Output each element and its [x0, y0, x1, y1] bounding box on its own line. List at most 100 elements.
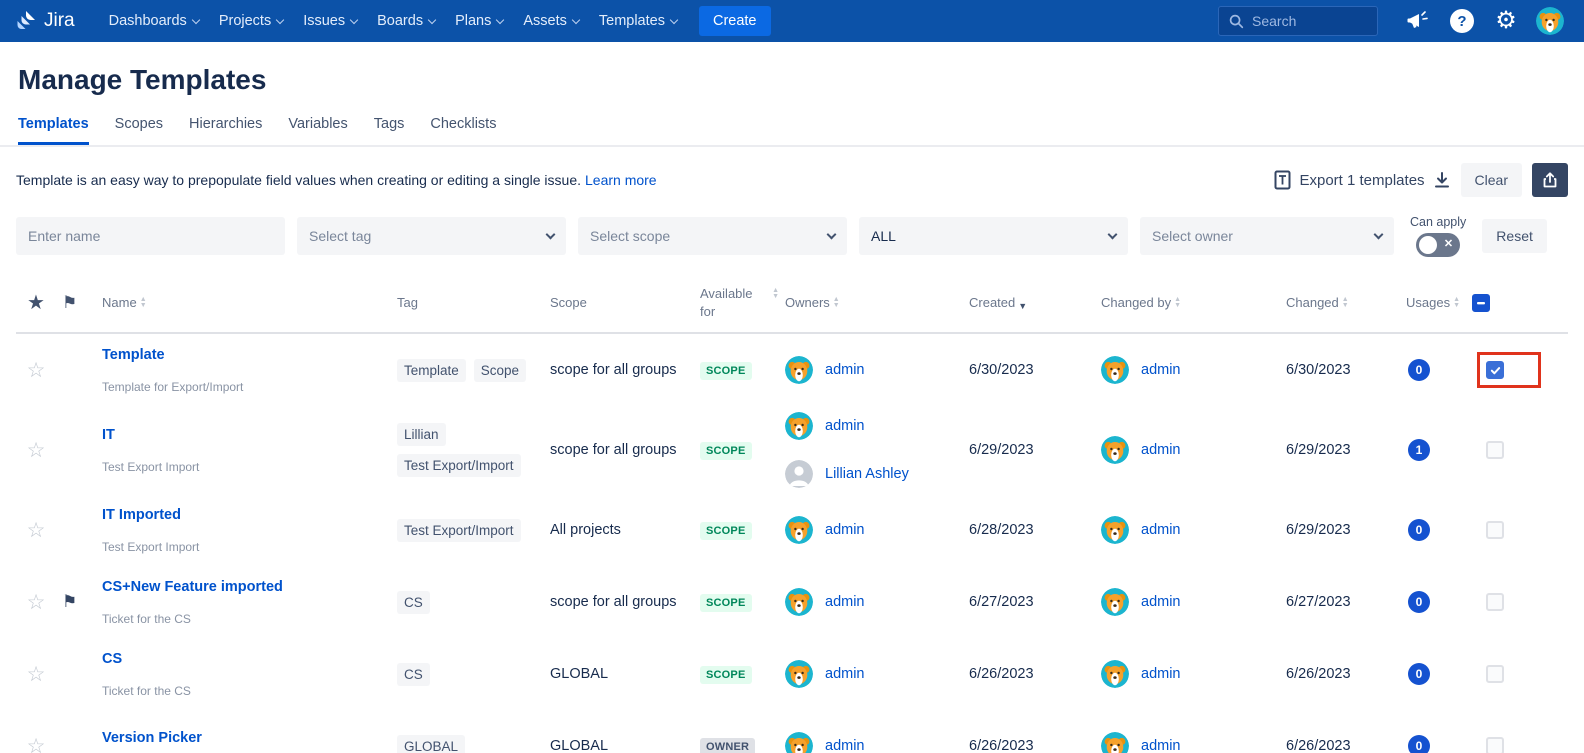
- tag-chip: CS: [397, 591, 430, 614]
- jira-brand[interactable]: Jira: [14, 9, 75, 33]
- tab-templates[interactable]: Templates: [18, 116, 89, 145]
- learn-more-link[interactable]: Learn more: [585, 172, 657, 188]
- filter-name-field[interactable]: [16, 217, 285, 255]
- nav-menu-projects[interactable]: Projects: [209, 7, 293, 35]
- owner-link[interactable]: Lillian Ashley: [825, 466, 909, 482]
- sort-icon: ▲▼: [833, 297, 840, 309]
- row-checkbox[interactable]: [1486, 665, 1504, 683]
- owner-link[interactable]: admin: [825, 522, 865, 538]
- owner-link[interactable]: admin: [825, 666, 865, 682]
- col-header-created[interactable]: Created ▲▼: [957, 294, 1089, 312]
- star-icon[interactable]: ☆: [16, 358, 56, 383]
- col-header-name[interactable]: Name ▲▼: [102, 294, 397, 312]
- row-checkbox[interactable]: [1486, 737, 1504, 753]
- changed-by-link[interactable]: admin: [1141, 738, 1181, 753]
- usages-badge: 0: [1408, 735, 1430, 753]
- nav-menu-issues[interactable]: Issues: [293, 7, 367, 35]
- tag-chip: Template: [397, 359, 466, 382]
- page-description: Template is an easy way to prepopulate f…: [16, 172, 581, 188]
- table-row: ☆ ⚑ CS+New Feature imported Ticket for t…: [16, 566, 1568, 638]
- row-checkbox[interactable]: [1486, 593, 1504, 611]
- row-checkbox-wrap: [1486, 441, 1541, 459]
- navbar-search[interactable]: [1218, 6, 1378, 36]
- profile-button[interactable]: [1534, 5, 1566, 37]
- col-header-available-for[interactable]: Available for ▲▼: [700, 285, 785, 320]
- star-icon[interactable]: ☆: [16, 438, 56, 463]
- available-for-badge: SCOPE: [700, 666, 752, 684]
- can-apply-toggle[interactable]: ✕: [1416, 233, 1460, 257]
- table-row: ☆ ⚑ CS Ticket for the CS CS GLOBAL SCOPE…: [16, 638, 1568, 710]
- tab-variables[interactable]: Variables: [288, 116, 347, 145]
- owner-link[interactable]: admin: [825, 362, 865, 378]
- star-column-header-icon[interactable]: ★: [16, 290, 56, 315]
- reset-button[interactable]: Reset: [1482, 219, 1547, 253]
- star-icon[interactable]: ☆: [16, 518, 56, 543]
- nav-menu-boards[interactable]: Boards: [367, 7, 445, 35]
- clear-button[interactable]: Clear: [1461, 163, 1522, 197]
- changed-by-link[interactable]: admin: [1141, 362, 1181, 378]
- help-button[interactable]: ?: [1446, 5, 1478, 37]
- row-checkbox[interactable]: [1486, 521, 1504, 539]
- template-name-link[interactable]: Template: [102, 347, 377, 363]
- col-header-scope[interactable]: Scope: [550, 294, 700, 312]
- owner-link[interactable]: admin: [825, 418, 865, 434]
- tab-hierarchies[interactable]: Hierarchies: [189, 116, 262, 145]
- template-subtitle: Template for Export/Import: [102, 380, 377, 394]
- top-navbar: Jira DashboardsProjectsIssuesBoardsPlans…: [0, 0, 1584, 42]
- filter-scope-select[interactable]: Select scope: [578, 217, 847, 255]
- owner-link[interactable]: admin: [825, 594, 865, 610]
- row-checkbox-wrap-highlighted: [1477, 352, 1541, 388]
- chevron-down-icon: [670, 15, 678, 23]
- user-avatar-dog: [785, 412, 813, 440]
- tag-chip: Test Export/Import: [397, 519, 521, 542]
- user-avatar-dog: [1101, 732, 1129, 753]
- template-name-link[interactable]: CS+New Feature imported: [102, 579, 377, 595]
- star-icon[interactable]: ☆: [16, 590, 56, 615]
- row-checkbox-wrap: [1486, 665, 1541, 683]
- tag-chip: CS: [397, 663, 430, 686]
- announcements-button[interactable]: [1402, 5, 1434, 37]
- col-header-changed[interactable]: Changed ▲▼: [1274, 294, 1394, 312]
- tab-tags[interactable]: Tags: [374, 116, 405, 145]
- settings-button[interactable]: ⚙: [1490, 5, 1522, 37]
- changed-by-link[interactable]: admin: [1141, 594, 1181, 610]
- share-button[interactable]: [1532, 163, 1568, 197]
- col-header-owners[interactable]: Owners ▲▼: [785, 294, 957, 312]
- create-button[interactable]: Create: [699, 6, 771, 36]
- name-filter-input[interactable]: [28, 228, 273, 244]
- changed-by-link[interactable]: admin: [1141, 442, 1181, 458]
- col-header-changed-by[interactable]: Changed by ▲▼: [1089, 294, 1274, 312]
- star-icon[interactable]: ☆: [16, 734, 56, 753]
- filter-available-select[interactable]: ALL: [859, 217, 1128, 255]
- template-name-link[interactable]: IT: [102, 427, 377, 443]
- row-checkbox[interactable]: [1486, 441, 1504, 459]
- star-icon[interactable]: ☆: [16, 662, 56, 687]
- changed-by-link[interactable]: admin: [1141, 522, 1181, 538]
- filter-owner-select[interactable]: Select owner: [1140, 217, 1394, 255]
- changed-by-link[interactable]: admin: [1141, 666, 1181, 682]
- nav-menu-plans[interactable]: Plans: [445, 7, 513, 35]
- owners-cell: admin Lillian Ashley: [785, 412, 957, 488]
- changed-cell: 6/27/2023: [1274, 594, 1394, 610]
- template-name-link[interactable]: Version Picker: [102, 730, 377, 746]
- col-header-usages[interactable]: Usages ▲▼: [1394, 294, 1472, 312]
- col-header-tag[interactable]: Tag: [397, 294, 550, 312]
- export-templates-button[interactable]: Export 1 templates: [1274, 170, 1450, 190]
- filter-tag-select[interactable]: Select tag: [297, 217, 566, 255]
- nav-menu-dashboards[interactable]: Dashboards: [99, 7, 209, 35]
- flag-column-header-icon[interactable]: ⚑: [56, 293, 102, 313]
- template-name-link[interactable]: CS: [102, 651, 377, 667]
- row-checkbox[interactable]: [1486, 361, 1504, 379]
- tab-checklists[interactable]: Checklists: [430, 116, 496, 145]
- search-input[interactable]: [1252, 13, 1362, 29]
- flag-icon[interactable]: ⚑: [56, 592, 102, 612]
- created-cell: 6/26/2023: [957, 738, 1089, 753]
- tab-scopes[interactable]: Scopes: [115, 116, 163, 145]
- nav-menu-assets[interactable]: Assets: [513, 7, 589, 35]
- template-name-link[interactable]: IT Imported: [102, 507, 377, 523]
- nav-menu-label: Templates: [599, 13, 665, 29]
- nav-menu-templates[interactable]: Templates: [589, 7, 687, 35]
- owner-link[interactable]: admin: [825, 738, 865, 753]
- select-all-checkbox[interactable]: [1472, 294, 1490, 312]
- changed-cell: 6/29/2023: [1274, 522, 1394, 538]
